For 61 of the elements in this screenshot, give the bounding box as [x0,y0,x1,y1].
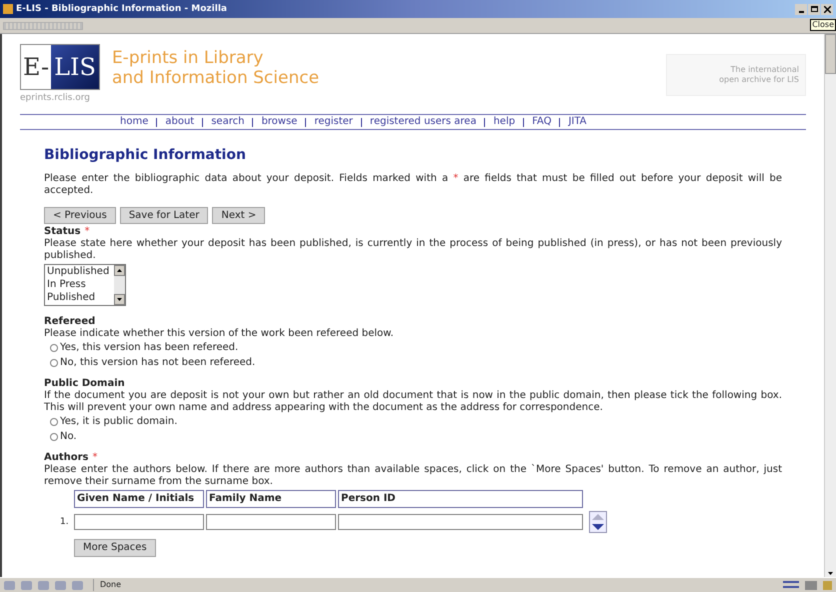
nav-link[interactable]: search [211,116,244,128]
tooltip: Close [810,19,836,31]
section-label: Refereed [44,316,96,328]
nav-button[interactable]: < Previous [44,207,116,224]
required-mark: * [92,452,98,464]
radio-button[interactable] [50,418,58,426]
section-label: Status [44,226,81,238]
page-scrollbar[interactable] [824,34,836,577]
nav-link[interactable]: home [120,116,148,128]
page-heading: Bibliographic Information [44,147,247,163]
site-title: and Information Science [112,68,320,88]
radio-label: No, this version has not been refereed. [60,356,256,368]
logo: E- LIS [20,44,100,90]
nav-link[interactable]: FAQ [532,116,552,128]
nav-link[interactable]: help [493,116,516,128]
family-name-field[interactable] [206,514,336,530]
nav-button[interactable]: Save for Later [120,207,208,224]
minimize-icon[interactable] [795,4,807,14]
maximize-icon[interactable] [808,4,820,14]
column-header: Person ID [338,490,583,508]
required-mark: * [84,226,90,238]
status-listbox[interactable]: Unpublished In Press Published [44,264,126,306]
section-description: Please indicate whether this version of the work been refereed below. [44,328,395,340]
nav-link[interactable]: register [314,116,353,128]
nav-link[interactable]: about [165,116,194,128]
list-option[interactable]: Unpublished [47,265,114,278]
radio-button[interactable] [50,344,58,352]
column-header: Given Name / Initials [74,490,204,508]
scrollbar-drawing [114,265,125,305]
row-number: 1. [60,516,70,528]
section-label: Authors [44,452,89,464]
app-icon [3,4,13,14]
more-spaces-button[interactable]: More Spaces [74,539,156,557]
list-option[interactable]: In Press [47,278,114,291]
reorder-arrows-icon[interactable] [589,511,607,533]
radio-label: Yes, this version has been refereed. [60,342,238,354]
radio-label: Yes, it is public domain. [60,416,178,428]
radio-label: No. [60,430,77,442]
section-description: Please state here whether your deposit has been published, is currently in the process of being published (in press), or has not been previously published. [44,238,782,262]
site-url: eprints.rclis.org [20,92,90,104]
nav-link[interactable]: registered users area [370,116,476,128]
close-icon[interactable] [821,4,833,14]
nav-link[interactable]: browse [261,116,298,128]
nav-link[interactable]: JITA [568,116,587,128]
nav-button[interactable]: Next > [212,207,266,224]
section-label: Public Domain [44,378,125,390]
section-description: If the document you are deposit is not your own but rather an old document that is now in the public domain, then please tick the following box. This will prevent your own name and address appearing with the document as the address for correspondence. [44,390,782,414]
person-id-field[interactable] [338,514,583,530]
scrollbar-thumb[interactable] [825,34,836,74]
intro-paragraph: Please enter the bibliographic data about your deposit. Fields marked with a * are fields that must be filled out before your deposit will be accepted. [44,173,782,197]
radio-button[interactable] [50,432,58,440]
radio-button[interactable] [50,358,58,366]
section-description: Please enter the authors below. If there are more authors than available spaces, click on the `More Spaces' button. To remove an author, just remove their surname from the surname box. [44,464,782,488]
archive-banner: The international open archive for LIS [666,54,806,96]
status-text: Done [93,579,633,591]
window-title: E-LIS - Bibliographic Information - Mozilla [16,3,227,15]
column-header: Family Name [206,490,336,508]
site-title: E-prints in Library [112,48,264,68]
scroll-down-arrow-icon[interactable] [825,571,836,577]
list-option[interactable]: Published [47,291,114,304]
given-name-field[interactable] [74,514,204,530]
